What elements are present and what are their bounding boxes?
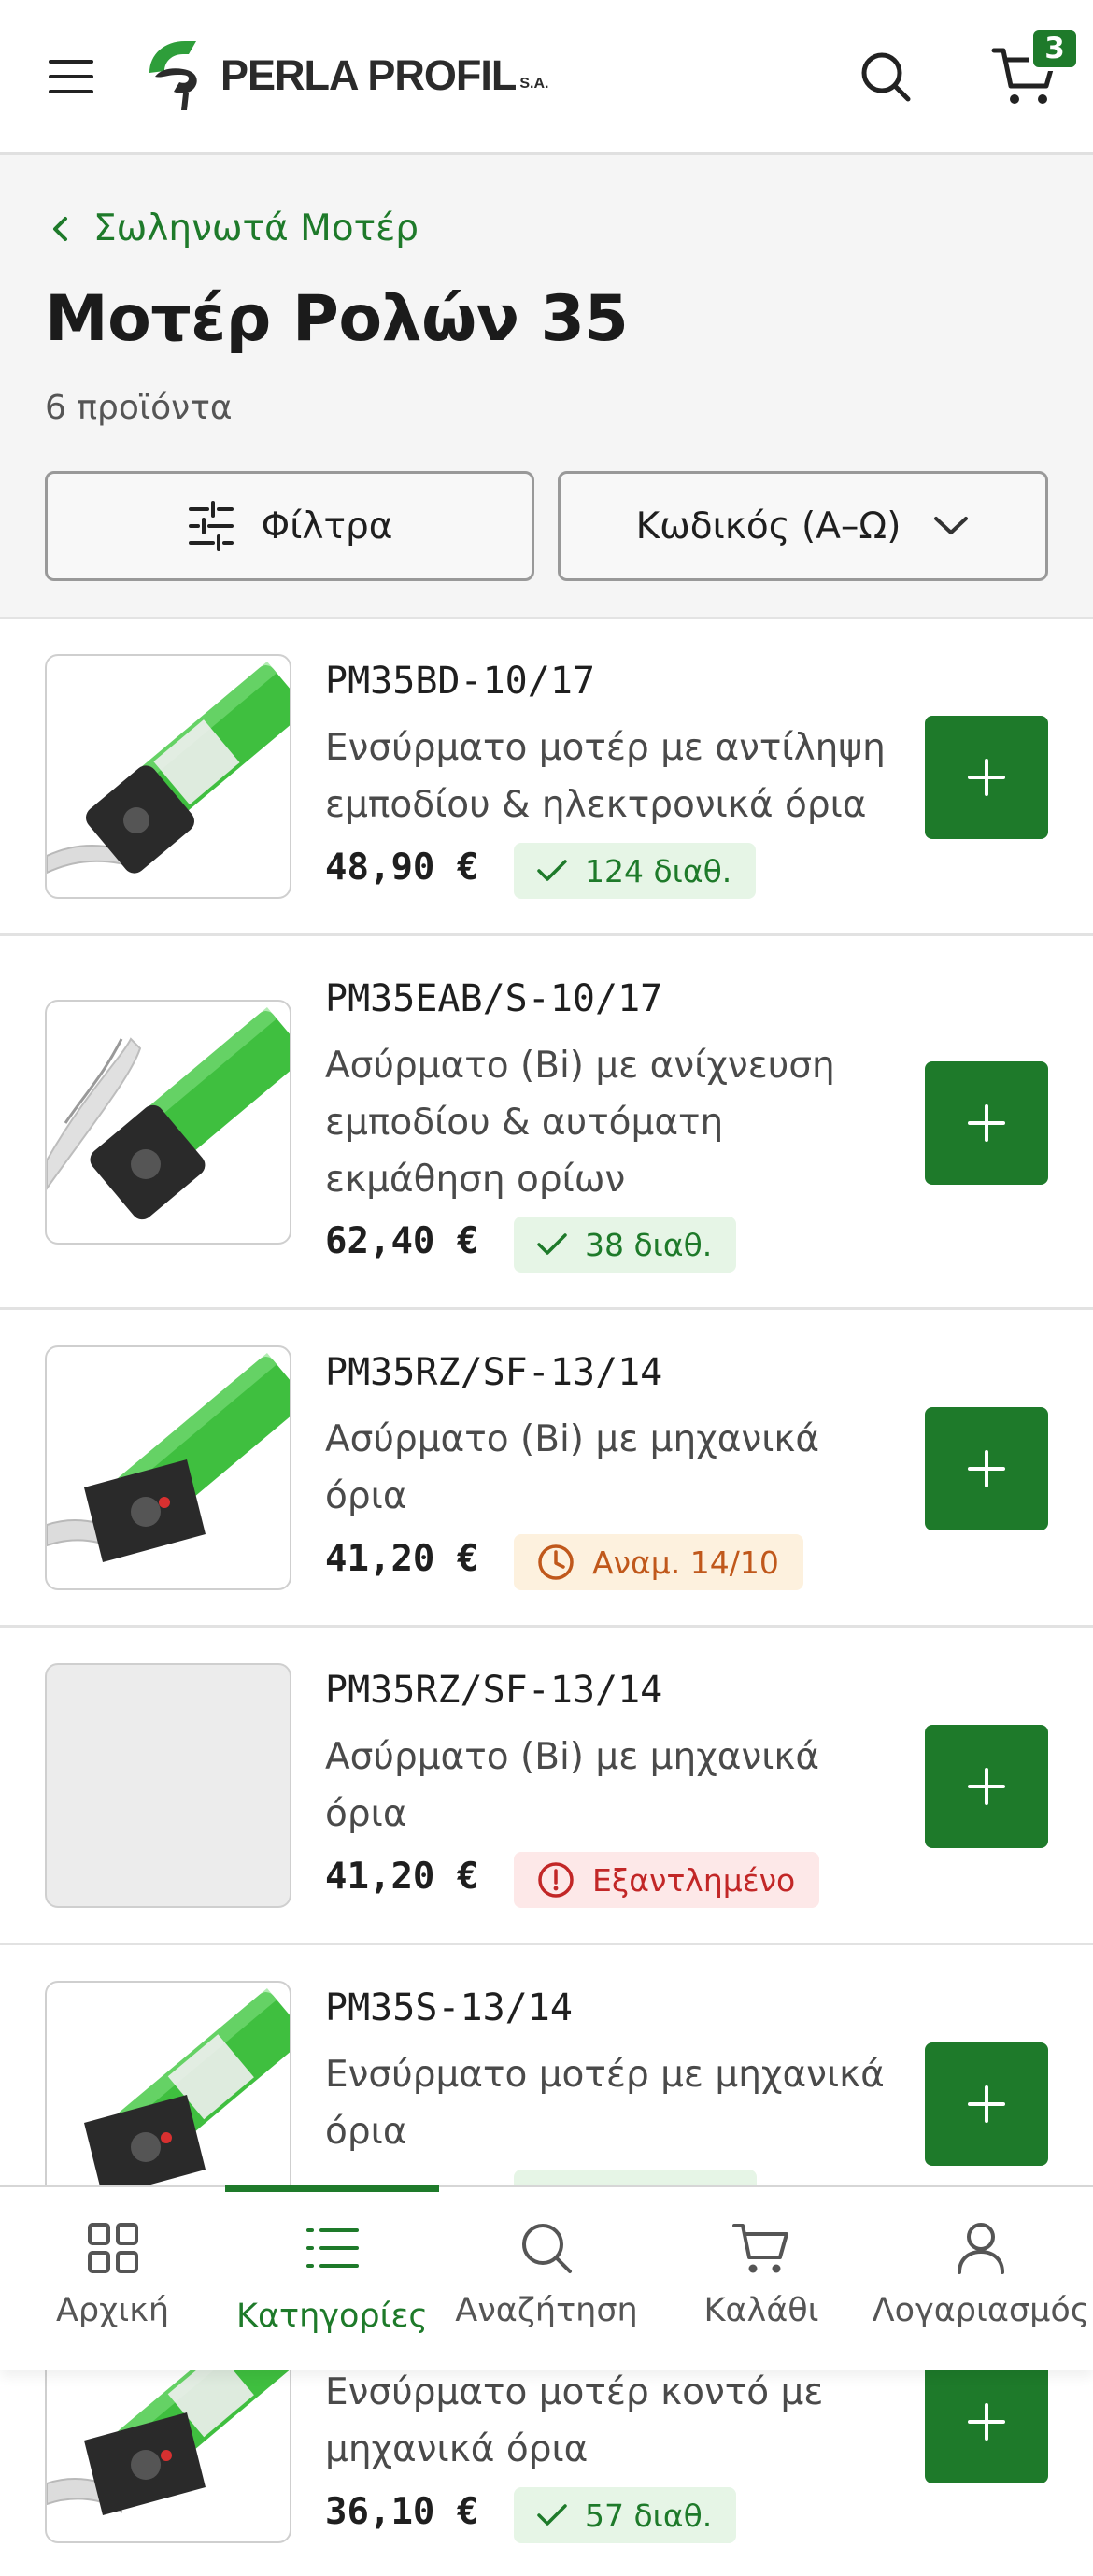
logo-text: PERLA PROFIL	[220, 51, 517, 99]
product-item[interactable]: PM35RZ/SF-13/14 Ασύρματο (Bi) με μηχανικ…	[0, 1310, 1093, 1628]
alert-circle-icon	[538, 1862, 574, 1898]
product-image	[45, 1345, 291, 1590]
product-price: 48,90 €	[325, 847, 479, 889]
add-to-cart-button[interactable]	[925, 716, 1048, 839]
product-item[interactable]: PM35BD-10/17 Ενσύρματο μοτέρ με αντίληψη…	[0, 619, 1093, 936]
product-sku: PM35RZ/SF-13/14	[325, 1351, 663, 1394]
stock-badge: 57 διαθ.	[514, 2487, 737, 2543]
stock-label: 57 διαθ.	[585, 2497, 713, 2534]
user-icon	[958, 2223, 1004, 2274]
product-description: Ενσύρματο μοτέρ με μηχανικά όρια	[325, 2054, 885, 2153]
nav-label: Κατηγορίες	[236, 2298, 428, 2335]
plus-icon	[968, 1450, 1005, 1487]
plus-icon	[968, 2403, 1005, 2441]
product-description: Ενσύρματο μοτέρ με αντίληψη εμποδίου & η…	[325, 727, 886, 826]
nav-item-search[interactable]: Αναζήτηση	[439, 2187, 654, 2372]
stock-badge: Αναμ. 14/10	[514, 1534, 803, 1590]
sort-label: Κωδικός (Α–Ω)	[635, 505, 901, 548]
logo-mark-icon	[149, 41, 197, 110]
category-header: Σωληνωτά Μοτέρ Μοτέρ Ρολών 35 6 προϊόντα…	[0, 155, 1093, 619]
grid-icon	[87, 2223, 138, 2273]
nav-label: Αναζήτηση	[455, 2292, 638, 2329]
check-icon	[537, 2504, 567, 2526]
stock-badge: 38 διαθ.	[514, 1217, 737, 1273]
stock-label: Εξαντλημένο	[592, 1861, 796, 1899]
add-to-cart-button[interactable]	[925, 1725, 1048, 1848]
list-icon	[305, 2228, 359, 2268]
product-image-placeholder	[45, 1663, 291, 1908]
menu-icon[interactable]	[49, 60, 93, 93]
nav-label: Λογαριασμός	[872, 2292, 1090, 2329]
search-icon	[522, 2224, 572, 2273]
product-price: 62,40 €	[325, 1220, 479, 1262]
nav-item-cart[interactable]: Καλάθι	[654, 2187, 869, 2372]
product-sku: PM35EAB/S-10/17	[325, 977, 663, 1020]
product-item[interactable]: PM35EAB/S-10/17 Ασύρματο (Bi) με ανίχνευ…	[0, 936, 1093, 1310]
search-button[interactable]	[858, 49, 914, 105]
product-count: 6 προϊόντα	[45, 389, 233, 427]
plus-icon	[968, 1768, 1005, 1805]
product-item[interactable]: PM35RZ/SF-13/14 Ασύρματο (Bi) με μηχανικ…	[0, 1628, 1093, 1945]
plus-icon	[968, 1104, 1005, 1142]
plus-icon	[968, 2085, 1005, 2123]
product-description: Ασύρματο (Bi) με ανίχνευση εμποδίου & αυ…	[325, 1045, 835, 1201]
add-to-cart-button[interactable]	[925, 1407, 1048, 1530]
chevron-down-icon	[934, 517, 969, 534]
breadcrumb[interactable]: Σωληνωτά Μοτέρ	[50, 207, 419, 249]
logo-suffix: S.A.	[519, 76, 549, 92]
app-header: PERLA PROFIL S.A. 3	[0, 0, 1093, 155]
add-to-cart-button[interactable]	[925, 1061, 1048, 1185]
product-description: Ενσύρματο μοτέρ κοντό με μηχανικά όρια	[325, 2371, 824, 2470]
filter-label: Φίλτρα	[261, 505, 393, 548]
add-to-cart-button[interactable]	[925, 2360, 1048, 2483]
stock-label: Αναμ. 14/10	[592, 1544, 779, 1581]
sort-select[interactable]: Κωδικός (Α–Ω)	[558, 471, 1048, 581]
search-icon	[861, 52, 911, 102]
product-sku: PM35BD-10/17	[325, 660, 595, 703]
sliders-icon	[188, 501, 234, 551]
plus-icon	[968, 759, 1005, 796]
stock-badge: Εξαντλημένο	[514, 1852, 820, 1908]
product-description: Ασύρματο (Bi) με μηχανικά όρια	[325, 1418, 820, 1517]
nav-label: Καλάθι	[703, 2292, 819, 2329]
clock-icon	[538, 1544, 574, 1580]
stock-label: 124 διαθ.	[585, 852, 732, 890]
chevron-left-icon	[53, 216, 67, 241]
check-icon	[537, 1233, 567, 1255]
nav-item-account[interactable]: Λογαριασμός	[869, 2187, 1093, 2372]
cart-count-badge: 3	[1029, 26, 1080, 71]
filter-button[interactable]: Φίλτρα	[45, 471, 534, 581]
product-description: Ασύρματο (Bi) με μηχανικά όρια	[325, 1736, 820, 1835]
nav-item-home[interactable]: Αρχική	[0, 2187, 225, 2372]
product-image	[45, 1000, 291, 1245]
logo[interactable]: PERLA PROFIL S.A.	[142, 36, 548, 116]
cart-icon	[732, 2224, 788, 2273]
product-image	[45, 654, 291, 899]
stock-label: 38 διαθ.	[585, 1226, 713, 1263]
product-sku: PM35S-13/14	[325, 1986, 573, 2029]
stock-badge: 124 διαθ.	[514, 843, 757, 899]
nav-item-categories[interactable]: Κατηγορίες	[225, 2187, 439, 2372]
breadcrumb-label: Σωληνωτά Μοτέρ	[93, 207, 419, 249]
product-price: 41,20 €	[325, 1856, 479, 1898]
add-to-cart-button[interactable]	[925, 2042, 1048, 2166]
product-sku: PM35RZ/SF-13/14	[325, 1669, 663, 1712]
product-price: 36,10 €	[325, 2491, 479, 2533]
bottom-navigation: Αρχική Κατηγορίες Αναζήτηση Καλάθι Λογαρ…	[0, 2185, 1093, 2370]
page-title: Μοτέρ Ρολών 35	[45, 282, 629, 356]
nav-label: Αρχική	[55, 2292, 170, 2329]
check-icon	[537, 860, 567, 881]
product-price: 41,20 €	[325, 1538, 479, 1580]
